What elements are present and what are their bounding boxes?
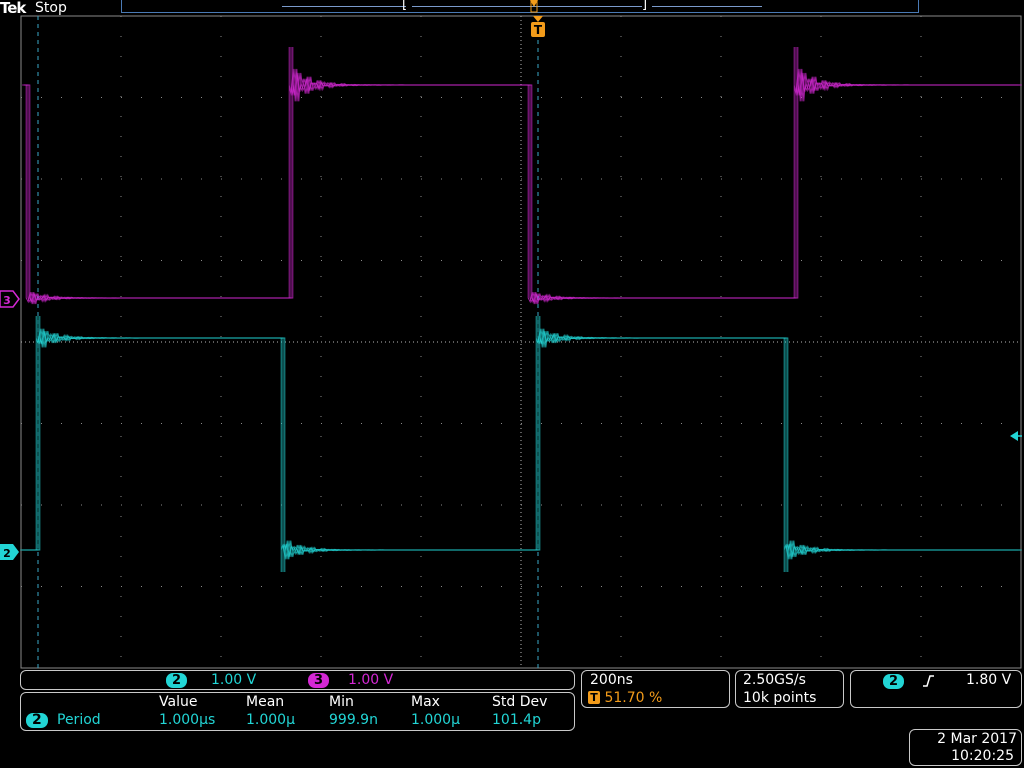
measurement-header: Value Mean Min Max Std Dev	[21, 694, 576, 712]
trigger-marker-label: T	[534, 23, 543, 37]
ch3-waveform-trace	[25, 47, 1022, 305]
ch2-waveform-trace	[20, 316, 1019, 572]
ch3-ground-label: 3	[3, 294, 11, 307]
acquisition-box[interactable]: 2.50GS/s 10k points	[735, 670, 844, 708]
meas-channel-chip: 2	[26, 713, 48, 728]
date: 2 Mar 2017	[937, 731, 1017, 747]
trigger-box[interactable]: 2 1.80 V	[850, 670, 1022, 708]
ch3-waveform	[22, 47, 1022, 305]
record-length: 10k points	[743, 690, 817, 706]
meas-min: 999.9n	[329, 712, 378, 728]
trigger-position-value: 51.70 %	[604, 690, 663, 706]
ch2-chip[interactable]: 2	[166, 673, 188, 688]
graticule	[20, 15, 1022, 669]
rising-edge-icon	[923, 675, 934, 687]
meas-mean: 1.000µ	[246, 712, 295, 728]
col-min: Min	[329, 694, 354, 710]
col-max: Max	[411, 694, 440, 710]
trigger-position-icon: T	[588, 691, 600, 704]
ch2-ground-marker[interactable]: 2	[0, 544, 19, 560]
meas-stddev: 101.4p	[492, 712, 541, 728]
col-value: Value	[159, 694, 198, 710]
trigger-level: 1.80 V	[966, 672, 1012, 688]
meas-value: 1.000µs	[159, 712, 216, 728]
meas-name: Period	[57, 712, 101, 728]
waveform-display[interactable]: T 3 2	[0, 0, 1024, 670]
trigger-marker[interactable]: T	[531, 16, 545, 37]
channel-scale-box[interactable]: 2 1.00 V 3 1.00 V	[20, 670, 575, 690]
time: 10:20:25	[951, 748, 1014, 764]
measurement-row[interactable]: 2 Period 1.000µs 1.000µ 999.9n 1.000µ 10…	[21, 712, 576, 730]
ch3-waveform-trace	[24, 47, 1020, 305]
ch2-waveform-trace	[23, 316, 1022, 572]
ch3-waveform-trace	[22, 47, 1019, 305]
trigger-source-chip: 2	[883, 674, 905, 689]
ch2-scale: 1.00 V	[211, 672, 257, 688]
ch3-ground-marker[interactable]: 3	[0, 290, 20, 308]
col-mean: Mean	[246, 694, 285, 710]
measurement-box[interactable]: Value Mean Min Max Std Dev 2 Period 1.00…	[20, 692, 575, 731]
sample-rate: 2.50GS/s	[743, 672, 806, 688]
time-per-div: 200ns	[590, 672, 633, 688]
timebase-box[interactable]: 200ns T 51.70 %	[581, 670, 730, 708]
trigger-position-marker[interactable]	[530, 0, 538, 13]
ch3-scale: 1.00 V	[348, 672, 394, 688]
col-stddev: Std Dev	[492, 694, 548, 710]
trigger-level-arrow[interactable]	[1010, 431, 1018, 441]
meas-max: 1.000µ	[411, 712, 460, 728]
trigger-position-readout: T 51.70 %	[588, 690, 662, 706]
ch2-ground-label: 2	[3, 547, 11, 560]
ch3-chip[interactable]: 3	[308, 673, 330, 688]
datetime-box: 2 Mar 2017 10:20:25	[909, 729, 1022, 766]
waveform-traces	[20, 47, 1022, 572]
